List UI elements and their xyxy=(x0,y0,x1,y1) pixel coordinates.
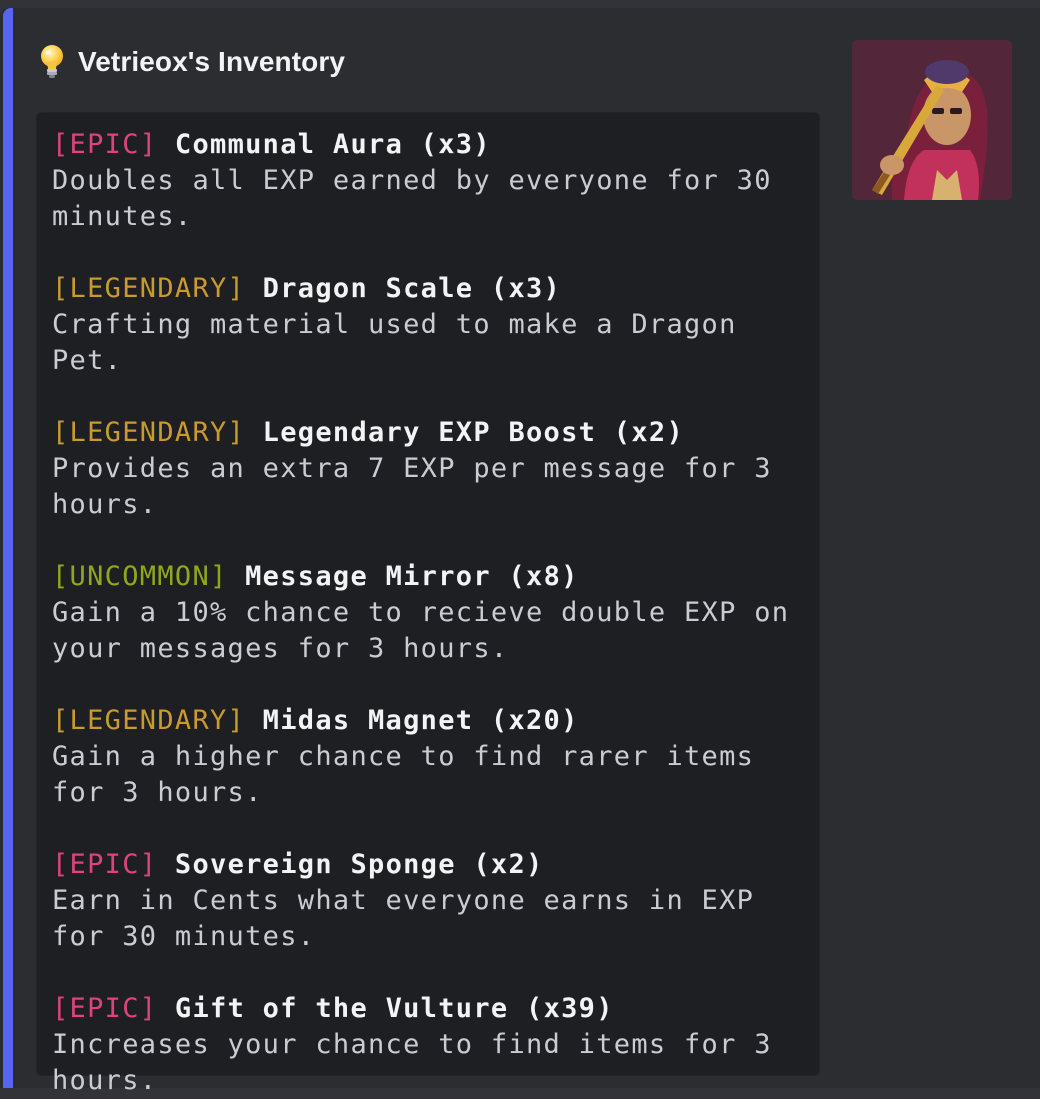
item-description: Crafting material used to make a Dragon … xyxy=(52,309,755,376)
item-description: Gain a 10% chance to recieve double EXP … xyxy=(52,597,807,664)
inventory-item: [LEGENDARY] Midas Magnet (x20) Gain a hig… xyxy=(52,703,819,811)
inventory-codeblock: [EPIC] Communal Aura (x3) Doubles all EXP… xyxy=(36,112,820,1096)
inventory-item: [EPIC] Sovereign Sponge (x2) Earn in Cent… xyxy=(52,847,819,955)
embed-title-row: Vetrieox's Inventory xyxy=(38,42,345,82)
embed-accent-bar xyxy=(3,8,13,1088)
item-description: Increases your chance to find items for … xyxy=(52,1029,790,1096)
item-description: Gain a higher chance to find rarer items… xyxy=(52,741,772,808)
inventory-item: [LEGENDARY] Legendary EXP Boost (x2) Prov… xyxy=(52,415,819,523)
inventory-item: [UNCOMMON] Message Mirror (x8) Gain a 10%… xyxy=(52,559,819,667)
item-rarity: [LEGENDARY] xyxy=(52,417,246,448)
lightbulb-icon xyxy=(38,44,66,80)
item-name: Legendary EXP Boost (x2) xyxy=(262,417,685,448)
inventory-item: [EPIC] Communal Aura (x3) Doubles all EXP… xyxy=(52,127,819,235)
embed-title: Vetrieox's Inventory xyxy=(78,46,345,77)
item-description: Doubles all EXP earned by everyone for 3… xyxy=(52,165,790,232)
item-name: Message Mirror (x8) xyxy=(245,561,579,592)
item-description: Provides an extra 7 EXP per message for … xyxy=(52,453,790,520)
inventory-item: [EPIC] Gift of the Vulture (x39) Increase… xyxy=(52,991,819,1099)
item-name: Gift of the Vulture (x39) xyxy=(174,993,614,1024)
item-rarity: [UNCOMMON] xyxy=(52,561,228,592)
item-rarity: [LEGENDARY] xyxy=(52,273,246,304)
item-name: Midas Magnet (x20) xyxy=(262,705,579,736)
item-rarity: [EPIC] xyxy=(52,849,158,880)
item-rarity: [EPIC] xyxy=(52,993,158,1024)
item-rarity: [LEGENDARY] xyxy=(52,705,246,736)
inventory-item: [LEGENDARY] Dragon Scale (x3) Crafting ma… xyxy=(52,271,819,379)
item-name: Dragon Scale (x3) xyxy=(262,273,562,304)
item-rarity: [EPIC] xyxy=(52,129,158,160)
item-name: Communal Aura (x3) xyxy=(174,129,491,160)
user-avatar-image[interactable] xyxy=(852,40,1012,200)
item-description: Earn in Cents what everyone earns in EXP… xyxy=(52,885,772,952)
item-name: Sovereign Sponge (x2) xyxy=(174,849,544,880)
